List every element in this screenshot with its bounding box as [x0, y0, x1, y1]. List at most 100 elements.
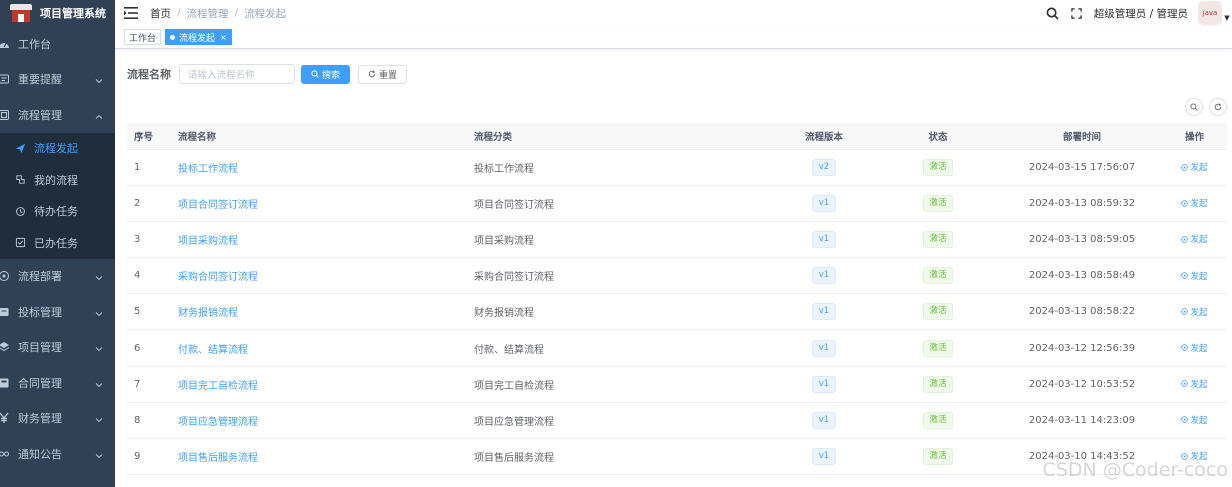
cell-category: 项目合同签订流程	[474, 200, 554, 212]
submenu-item-3[interactable]: 已办任务	[0, 227, 115, 259]
cell-index: 2	[134, 198, 141, 210]
search-button[interactable]: 搜索	[301, 64, 351, 84]
start-process-button[interactable]: 发起	[1181, 414, 1208, 426]
sidebar-item-7[interactable]: 财务管理	[0, 401, 115, 437]
submenu-item-1[interactable]: 我的流程	[0, 164, 115, 196]
cell-index: 3	[134, 234, 141, 246]
cell-category: 项目应急管理流程	[474, 416, 554, 428]
cell-index: 6	[134, 342, 141, 354]
sidebar-item-8[interactable]: 通知公告	[0, 436, 115, 472]
avatar[interactable]: java	[1198, 1, 1222, 25]
fullscreen-icon[interactable]	[1070, 6, 1084, 20]
logo-icon	[10, 4, 32, 22]
process-name-link[interactable]: 付款、结算流程	[178, 345, 248, 356]
breadcrumb-home[interactable]: 首页	[150, 6, 171, 21]
sidebar: 项目管理系统 工作台重要提醒流程管理 流程发起 我的流程 待办任务已办任务流程部署 投标…	[0, 0, 115, 487]
process-name-link[interactable]: 采购合同签订流程	[178, 272, 258, 283]
start-process-button[interactable]: 发起	[1181, 342, 1208, 354]
search-icon	[1190, 103, 1198, 111]
process-name-link[interactable]: 项目完工自检流程	[178, 381, 258, 392]
table-row: 6 付款、结算流程 付款、结算流程 v1 激活 2024-03-12 12:56:39 发起	[127, 330, 1227, 367]
search-input[interactable]: 请输入流程名称	[179, 64, 295, 84]
start-process-button[interactable]: 发起	[1181, 197, 1208, 209]
process-name-link[interactable]: 项目合同签订流程	[178, 200, 258, 211]
contract-icon	[0, 377, 10, 389]
header-operation: 操作	[1184, 132, 1204, 143]
submenu-item-0[interactable]: 流程发起	[0, 133, 115, 165]
bid-icon	[0, 306, 10, 318]
avatar-text: java	[1202, 9, 1218, 17]
user-name[interactable]: 超级管理员 / 管理员	[1094, 6, 1188, 21]
breadcrumb: 首页 / 流程管理 / 流程发起	[150, 6, 287, 21]
play-circle-icon	[1181, 272, 1189, 279]
process-name-link[interactable]: 项目采购流程	[178, 236, 238, 247]
process-name-link[interactable]: 项目售后服务流程	[178, 453, 258, 464]
process-name-link[interactable]: 投标工作流程	[178, 164, 238, 175]
sidebar-item-4[interactable]: 投标管理	[0, 294, 115, 330]
header-status: 状态	[928, 132, 948, 143]
status-badge: 激活	[923, 303, 953, 321]
table-row: 4 采购合同签订流程 采购合同签订流程 v1 激活 2024-03-13 08:58:49…	[127, 258, 1227, 295]
submenu-item-2[interactable]: 待办任务	[0, 196, 115, 228]
sidebar-item-6[interactable]: 合同管理	[0, 365, 115, 401]
caret-down-icon[interactable]: ▼	[1222, 14, 1232, 22]
refresh-icon	[368, 70, 376, 78]
sidebar-item-label: 财务管理	[18, 412, 62, 426]
table-row: 1 投标工作流程 投标工作流程 v2 激活 2024-03-15 17:56:07 发起	[127, 150, 1227, 187]
main-content: 流程名称 请输入流程名称 搜索 重置 序号 流程名称 流程分类 流程版本 状态 …	[115, 49, 1232, 487]
cell-time: 2024-03-13 08:58:22	[1028, 306, 1136, 318]
cell-category: 财务报销流程	[474, 308, 534, 320]
sidebar-menu: 工作台重要提醒流程管理 流程发起 我的流程 待办任务已办任务流程部署 投标管理 项目管理合…	[0, 26, 115, 472]
search-icon[interactable]	[1046, 6, 1060, 20]
sidebar-item-3[interactable]: 流程部署	[0, 259, 115, 295]
sidebar-item-1[interactable]: 重要提醒	[0, 62, 115, 98]
chevron-up-icon	[95, 111, 103, 119]
send-icon	[14, 142, 26, 154]
header-index: 序号	[134, 132, 154, 143]
table-body: 1 投标工作流程 投标工作流程 v2 激活 2024-03-15 17:56:07 发起 2 项…	[127, 150, 1227, 475]
status-badge: 激活	[923, 339, 953, 357]
cell-category: 项目完工自检流程	[474, 380, 554, 392]
start-process-button[interactable]: 发起	[1181, 233, 1208, 245]
start-process-button[interactable]: 发起	[1181, 306, 1208, 318]
start-process-button[interactable]: 发起	[1181, 270, 1208, 282]
submenu: 流程发起 我的流程 待办任务已办任务	[0, 132, 115, 259]
breadcrumb-workflow: 流程管理	[186, 7, 229, 20]
sidebar-item-5[interactable]: 项目管理	[0, 330, 115, 366]
version-badge: v1	[811, 303, 837, 321]
sidebar-item-0[interactable]: 工作台	[0, 26, 115, 62]
notice-icon	[0, 448, 10, 460]
search-label: 流程名称	[127, 68, 171, 81]
sidebar-item-label: 重要提醒	[18, 73, 62, 87]
process-name-link[interactable]: 财务报销流程	[178, 308, 238, 319]
close-icon[interactable]: ×	[220, 33, 227, 42]
tag-workflow-start[interactable]: 流程发起 ×	[165, 29, 232, 45]
version-badge: v1	[811, 339, 837, 357]
hamburger-icon[interactable]	[124, 7, 138, 19]
start-process-button[interactable]: 发起	[1181, 378, 1208, 390]
cell-index: 5	[134, 306, 141, 318]
status-badge: 激活	[923, 195, 953, 213]
tag-dashboard[interactable]: 工作台	[124, 29, 162, 45]
table-toolbar	[1179, 98, 1227, 116]
app-title: 项目管理系统	[40, 7, 106, 20]
start-process-button[interactable]: 发起	[1181, 161, 1208, 173]
version-badge: v1	[811, 267, 837, 285]
cell-time: 2024-03-13 08:58:49	[1028, 270, 1136, 282]
chevron-down-icon	[95, 343, 103, 352]
app-logo[interactable]: 项目管理系统	[0, 0, 115, 26]
sidebar-item-label: 合同管理	[18, 376, 62, 390]
process-name-link[interactable]: 项目应急管理流程	[178, 417, 258, 428]
sidebar-item-2[interactable]: 流程管理	[0, 97, 115, 133]
reset-button[interactable]: 重置	[358, 64, 408, 84]
toggle-search-button[interactable]	[1185, 98, 1203, 116]
header-version: 流程版本	[804, 132, 843, 143]
submenu-item-label: 已办任务	[34, 236, 78, 250]
sidebar-item-label: 通知公告	[18, 447, 62, 461]
header-category: 流程分类	[474, 132, 513, 143]
refresh-button[interactable]	[1209, 98, 1227, 116]
search-icon	[311, 70, 319, 78]
cell-time: 2024-03-12 12:56:39	[1028, 342, 1136, 354]
cell-time: 2024-03-12 10:53:52	[1028, 378, 1136, 390]
cell-index: 4	[134, 270, 141, 282]
